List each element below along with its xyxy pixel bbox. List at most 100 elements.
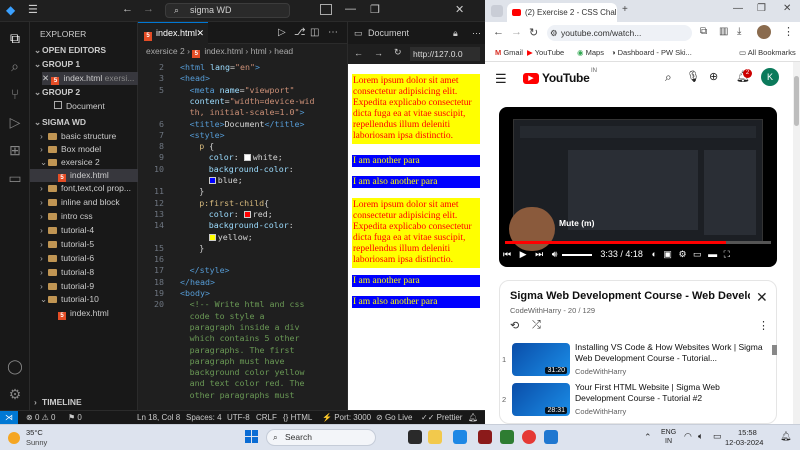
tree-folder[interactable]: › inline and block <box>40 196 120 209</box>
source-control-icon[interactable]: ⑂ <box>5 84 25 104</box>
code-line[interactable]: yellow; <box>208 232 253 242</box>
menu-icon[interactable]: ☰ <box>28 3 38 16</box>
code-line[interactable]: p { <box>199 141 214 151</box>
chrome-icon[interactable] <box>522 430 536 444</box>
tab-search-icon[interactable] <box>491 5 503 17</box>
code-line[interactable]: background color yellow <box>190 367 305 377</box>
tree-folder[interactable]: › intro css <box>40 210 93 223</box>
wifi-icon[interactable]: ◠ <box>684 431 692 442</box>
close-icon[interactable]: ✕ <box>196 23 204 43</box>
code-line[interactable]: </head> <box>180 277 215 287</box>
breadcrumb-item[interactable]: html <box>251 46 267 56</box>
search-icon[interactable]: ⌕ <box>5 56 25 76</box>
bookmark-gmail[interactable]: M Gmail <box>495 44 523 62</box>
all-bookmarks[interactable]: ▭ All Bookmarks <box>739 44 796 62</box>
tree-folder[interactable]: › Box model <box>40 143 101 156</box>
account-icon[interactable]: ◯ <box>5 356 25 376</box>
download-icon[interactable]: ⤓ <box>737 26 741 37</box>
volume-slider[interactable] <box>561 253 592 256</box>
app-icon[interactable] <box>478 430 492 444</box>
playlist-item[interactable]: 1 31:20 Installing VS Code & How Website… <box>500 342 778 383</box>
tree-folder[interactable]: › tutorial-9 <box>40 280 94 293</box>
code-line[interactable]: code to style a <box>190 311 265 321</box>
open-changes-icon[interactable]: ⎇ <box>294 27 306 38</box>
code-line[interactable]: paragraph must have <box>190 356 285 366</box>
code-line[interactable]: background-color: <box>209 164 294 174</box>
tree-file-selected[interactable]: 5 index.html <box>30 169 138 182</box>
language-indicator[interactable]: ENG <box>661 429 676 436</box>
video-thumbnail[interactable]: 28:31 <box>512 383 570 416</box>
fullscreen-icon[interactable]: ⛶ <box>724 249 730 259</box>
code-line[interactable]: paragraph inside a div <box>190 322 300 332</box>
code-line[interactable]: } <box>199 186 204 196</box>
code-line[interactable]: and text color red. The <box>190 378 305 388</box>
tree-folder[interactable]: › tutorial-5 <box>40 238 94 251</box>
code-line[interactable]: which contains 5 other <box>190 333 300 343</box>
bookmark-maps[interactable]: ◉ Maps <box>577 44 604 62</box>
problems-indicator[interactable]: ⊗ 0 ⚠ 0 <box>26 411 55 424</box>
whatsapp-icon[interactable] <box>500 430 514 444</box>
weather-condition[interactable]: Sunny <box>26 438 47 447</box>
tab-index-html[interactable]: 5 index.html ✕ <box>138 22 208 44</box>
notification-center-icon[interactable]: 🔔︎ <box>780 431 791 442</box>
task-view-icon[interactable] <box>408 430 422 444</box>
code-line[interactable]: <!-- Write html and css <box>190 299 305 309</box>
reload-icon[interactable]: ↻ <box>529 26 538 39</box>
windows-start-icon[interactable] <box>245 430 259 444</box>
code-line[interactable]: color: white; <box>209 152 283 162</box>
playlist-scrollbar[interactable] <box>772 345 777 355</box>
group2-label[interactable]: ⌄GROUP 2 <box>34 86 80 99</box>
code-line[interactable]: <meta name="viewport" <box>190 85 295 95</box>
ports-indicator[interactable]: ⚑ 0 <box>68 411 82 424</box>
tree-folder[interactable]: › tutorial-6 <box>40 252 94 265</box>
code-editor[interactable]: 2 <html lang="en"> 3 <head> 5 <meta name="vie… <box>138 58 347 410</box>
bookmark-youtube[interactable]: ▶ YouTube <box>527 44 564 62</box>
prettier-indicator[interactable]: ✓✓ Prettier <box>421 411 462 424</box>
tree-folder[interactable]: › basic structure <box>40 130 116 143</box>
bookmark-dashboard[interactable]: ◑ Dashboard - PW Ski... <box>611 44 692 62</box>
hamburger-menu-icon[interactable]: ☰ <box>495 71 507 87</box>
video-thumbnail[interactable]: 31:20 <box>512 343 570 376</box>
tree-folder[interactable]: › tutorial-8 <box>40 266 94 279</box>
explorer-icon[interactable]: ⧉ <box>5 28 25 48</box>
forward-arrow-icon[interactable]: → <box>374 48 383 58</box>
code-line[interactable]: </style> <box>190 265 230 275</box>
eol[interactable]: CRLF <box>256 411 277 424</box>
chrome-tab-youtube[interactable]: (2) Exercise 2 - CSS Challenge | <box>507 3 617 22</box>
previous-icon[interactable]: ⏮ <box>503 249 511 259</box>
maximize-icon[interactable]: ❐ <box>757 3 766 14</box>
tree-file[interactable]: 5 index.html <box>58 307 109 320</box>
scrollbar-thumb[interactable] <box>794 76 799 126</box>
code-line[interactable]: <body> <box>180 288 210 298</box>
miniplayer-icon[interactable]: ▭ <box>693 249 702 259</box>
breadcrumb-item[interactable]: exersice 2 <box>146 46 185 56</box>
forward-arrow-icon[interactable]: → <box>511 26 522 38</box>
forward-arrow-icon[interactable]: → <box>143 3 154 15</box>
minimize-icon[interactable]: — <box>733 3 743 14</box>
close-icon[interactable]: ✕ <box>455 3 464 16</box>
open-editor-item-index[interactable]: ✕ 5 index.html exersi... <box>42 72 138 85</box>
preview-tab[interactable]: ▭ Document 🔒︎ ⋯ <box>348 22 486 44</box>
code-line[interactable]: paragraphs. The first <box>190 345 295 355</box>
sidepanel-icon[interactable]: ▥ <box>719 26 728 37</box>
tree-folder[interactable]: › font,text,col prop... <box>40 182 131 195</box>
tree-folder[interactable]: ⌄ tutorial-10 <box>40 293 99 306</box>
settings-gear-icon[interactable]: ⚙ <box>678 249 686 259</box>
extensions-icon[interactable]: ⧉ <box>700 26 707 37</box>
minimize-icon[interactable]: — <box>345 3 356 15</box>
video-progress-bar[interactable] <box>505 241 771 244</box>
workspace-header[interactable]: ⌄SIGMA WD <box>34 116 86 129</box>
code-line[interactable]: p:first-child{ <box>199 198 269 208</box>
run-icon[interactable]: ▷ <box>278 27 286 38</box>
address-bar[interactable]: ⚙ youtube.com/watch... <box>547 25 692 41</box>
more-actions-icon[interactable]: ⋯ <box>328 27 338 38</box>
page-scrollbar[interactable] <box>793 62 800 424</box>
language-region[interactable]: IN <box>665 438 672 445</box>
vscode-taskbar-icon[interactable] <box>544 430 558 444</box>
taskbar-search[interactable]: ⌕ Search <box>266 429 376 446</box>
layout-icon[interactable] <box>320 4 332 15</box>
cursor-position[interactable]: Ln 18, Col 8 <box>137 411 180 424</box>
weather-temp[interactable]: 35°C <box>26 428 43 437</box>
open-editors-section[interactable]: ⌄OPEN EDITORS <box>34 44 106 57</box>
split-editor-icon[interactable]: ◫ <box>310 27 319 38</box>
